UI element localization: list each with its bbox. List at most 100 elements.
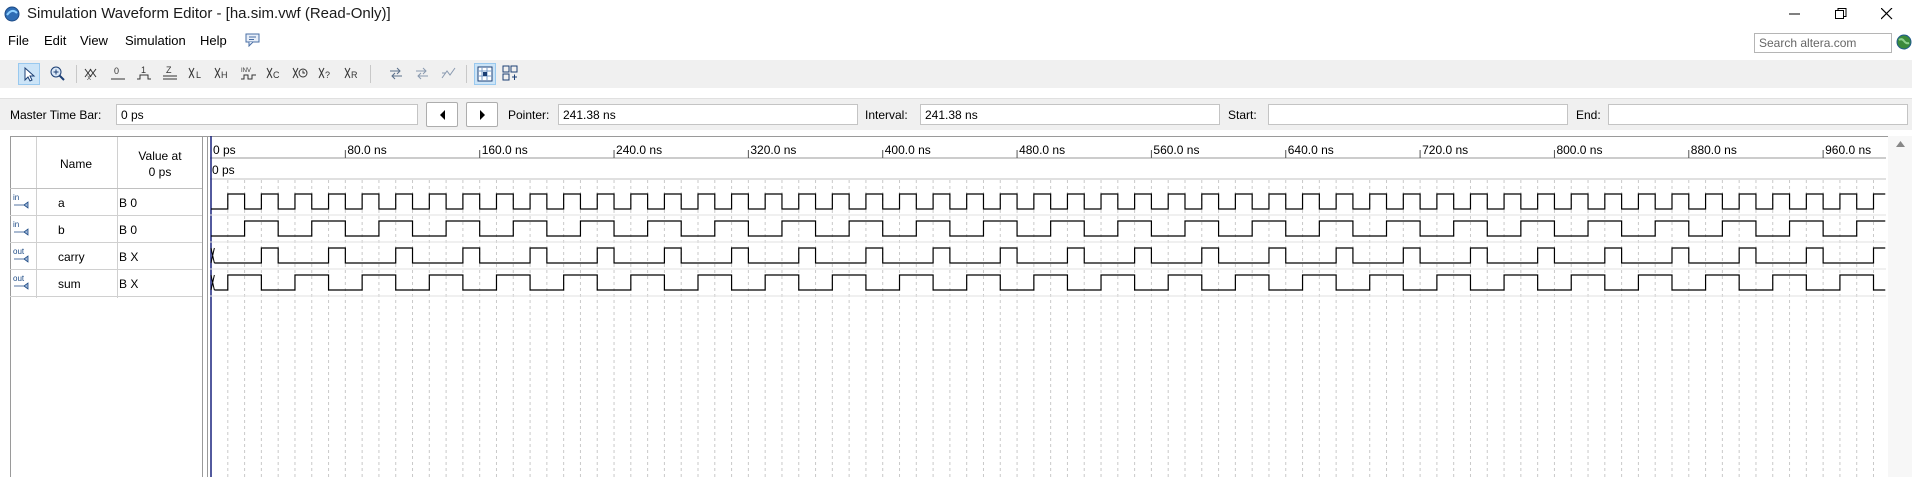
force-low-button[interactable]: 0: [108, 63, 130, 85]
waveform-compare-button[interactable]: [438, 63, 460, 85]
scroll-up-icon[interactable]: [1896, 141, 1905, 147]
random-value-button[interactable]: R: [342, 63, 364, 85]
force-weak-low-button[interactable]: L: [186, 63, 208, 85]
ruler-tick-label: 480.0 ns: [1019, 143, 1065, 157]
search-input[interactable]: [1754, 33, 1892, 53]
menu-help[interactable]: Help: [200, 33, 227, 48]
force-high-impedance-button[interactable]: Z: [160, 63, 182, 85]
ruler-tick-label: 400.0 ns: [885, 143, 931, 157]
force-unknown-icon: X: [84, 68, 97, 81]
title-bar: Simulation Waveform Editor - [ha.sim.vwf…: [0, 0, 1912, 28]
chat-feedback-icon[interactable]: [245, 33, 261, 47]
reorder-icon: [390, 67, 402, 80]
overwrite-clock-icon: [292, 67, 308, 79]
invert-button[interactable]: INV: [238, 63, 260, 85]
signal-value: B X: [119, 277, 139, 291]
zoom-tool-button[interactable]: [47, 63, 69, 85]
ruler-tick-label: 0 ps: [213, 143, 236, 157]
start-label: Start:: [1228, 108, 1257, 122]
force-high-button[interactable]: 1: [134, 63, 156, 85]
svg-text:in: in: [13, 220, 19, 229]
reorder-button[interactable]: [386, 63, 408, 85]
wave-panel-divider: [207, 136, 208, 477]
group-button[interactable]: [412, 63, 434, 85]
end-field: [1608, 104, 1908, 125]
toolbar-separator: [370, 65, 371, 83]
end-label: End:: [1576, 108, 1601, 122]
value-column-header-line1[interactable]: Value at: [120, 149, 200, 163]
svg-text:?: ?: [325, 70, 330, 80]
svg-text:C: C: [273, 70, 280, 80]
force-weak-high-button[interactable]: H: [212, 63, 234, 85]
signal-row-sum[interactable]: out sum B X: [10, 270, 202, 297]
signal-value: B 0: [119, 223, 138, 237]
input-pin-icon: in: [13, 220, 29, 236]
menu-view[interactable]: View: [80, 33, 108, 48]
restore-icon: [1835, 8, 1847, 19]
arbitrary-value-icon: ?: [318, 67, 330, 80]
arrow-right-icon: [480, 110, 485, 120]
signal-row-b[interactable]: in b B 0: [10, 216, 202, 243]
signal-name: a: [58, 196, 65, 210]
force-unknown-button[interactable]: X: [82, 63, 104, 85]
ruler-tick-label: 640.0 ns: [1288, 143, 1334, 157]
force-high-icon: 1: [137, 65, 151, 80]
window-title: Simulation Waveform Editor - [ha.sim.vwf…: [27, 5, 391, 22]
pointer-tool-icon: [24, 66, 36, 82]
name-panel-divider: [202, 136, 203, 477]
restore-button[interactable]: [1818, 0, 1864, 28]
force-weak-low-icon: L: [188, 67, 201, 80]
globe-icon[interactable]: [1896, 34, 1912, 50]
ruler-tick-label: 960.0 ns: [1825, 143, 1871, 157]
cursor-time-label: 0 ps: [212, 163, 235, 177]
snap-to-grid-button[interactable]: [474, 63, 496, 85]
grid-settings-button[interactable]: [500, 63, 522, 85]
minimize-icon: [1789, 13, 1800, 15]
interval-label: Interval:: [865, 108, 908, 122]
output-pin-icon: out: [13, 274, 29, 290]
ruler-tick-label: 160.0 ns: [482, 143, 528, 157]
close-button[interactable]: [1864, 0, 1910, 28]
force-weak-high-icon: H: [214, 67, 228, 80]
random-value-icon: R: [344, 67, 358, 80]
signal-row-carry[interactable]: out carry B X: [10, 243, 202, 270]
signal-name: b: [58, 223, 65, 237]
ruler-tick-label: 800.0 ns: [1556, 143, 1602, 157]
svg-text:INV: INV: [241, 68, 251, 74]
vertical-scrollbar[interactable]: [1888, 136, 1912, 477]
signal-a-waveform: [211, 193, 1886, 210]
overwrite-clock-button[interactable]: [290, 63, 312, 85]
ruler-tick-label: 560.0 ns: [1153, 143, 1199, 157]
arrow-left-icon: [440, 110, 445, 120]
ruler-tick-label: 880.0 ns: [1691, 143, 1737, 157]
menu-simulation[interactable]: Simulation: [125, 33, 186, 48]
signal-row-a[interactable]: in a B 0: [10, 189, 202, 216]
waveform-canvas[interactable]: 0 ps 80.0 ns 160.0 ns 240.0 ns 320.0 ns 400.0…: [210, 136, 1888, 477]
signal-name: carry: [58, 250, 85, 264]
input-pin-icon: in: [13, 193, 29, 209]
menu-file[interactable]: File: [8, 33, 29, 48]
next-transition-button[interactable]: [466, 102, 498, 127]
waveform-toolbar: X 0 1 Z L H INV C ? R: [0, 60, 1912, 88]
count-value-icon: C: [266, 67, 280, 80]
count-value-button[interactable]: C: [264, 63, 286, 85]
signal-value: B X: [119, 250, 139, 264]
menu-edit[interactable]: Edit: [44, 33, 66, 48]
arbitrary-value-button[interactable]: ?: [316, 63, 338, 85]
output-pin-icon: out: [13, 247, 29, 263]
master-time-bar-field[interactable]: 0 ps: [116, 104, 418, 125]
close-icon: [1881, 8, 1893, 20]
toolbar-separator: [76, 65, 77, 83]
name-column-header[interactable]: Name: [46, 157, 106, 171]
invert-icon: INV: [241, 68, 256, 80]
pointer-tool-button[interactable]: [18, 63, 40, 85]
svg-text:L: L: [196, 70, 201, 80]
ruler-tick-label: 720.0 ns: [1422, 143, 1468, 157]
pointer-field: 241.38 ns: [558, 104, 858, 125]
minimize-button[interactable]: [1772, 0, 1818, 28]
force-low-icon: 0: [111, 66, 125, 80]
toolbar-separator: [466, 65, 467, 83]
pointer-label: Pointer:: [508, 108, 550, 122]
previous-transition-button[interactable]: [426, 102, 458, 127]
signal-carry-waveform: [214, 247, 1886, 264]
